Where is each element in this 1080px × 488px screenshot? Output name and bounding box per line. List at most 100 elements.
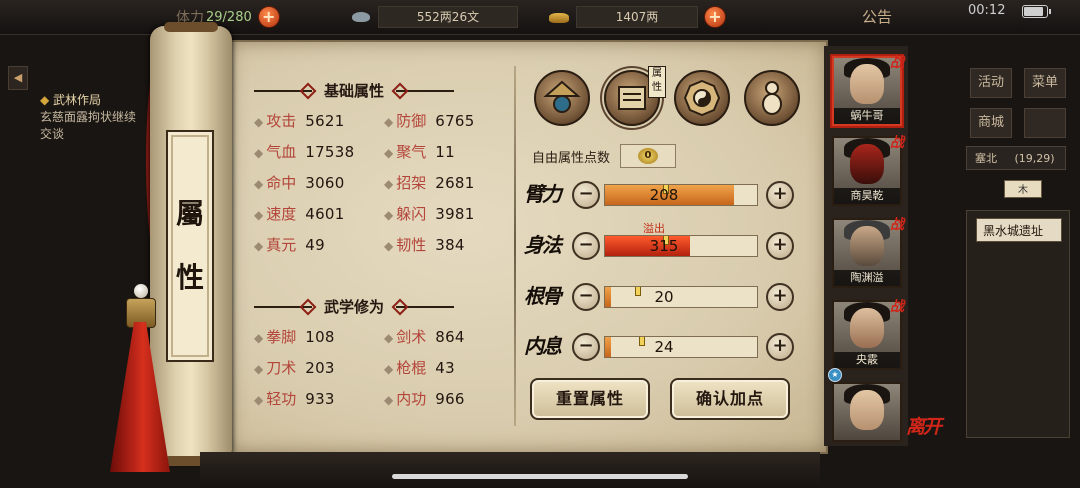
panel-title-char: 性 [175,261,204,294]
strength-bar: 208 [604,184,758,206]
stat-dodge: 躲闪 3981 [384,203,475,224]
stat-blade: 刀术 203 [254,357,335,378]
agility-plus-button[interactable]: + [766,232,794,260]
stat-inner-power: 内功 966 [384,388,465,409]
stat-name: 速度 [254,203,296,224]
stat-value: 966 [435,389,465,408]
stat-name: 招架 [384,172,426,193]
shop-button[interactable]: 商城 [970,108,1012,138]
stat-spear: 枪棍 43 [384,357,455,378]
ornament [254,89,312,92]
pin-icon: ★ [828,368,842,382]
battle-mark: 战 [890,217,904,233]
stat-name: 聚气 [384,141,426,162]
location-item[interactable]: 黑水城遗址 [976,218,1062,242]
battle-mark: 战 [890,135,904,151]
tab-attributes-tag: 属性 [648,66,666,98]
stat-value: 11 [435,142,455,161]
gold-ingot-icon [548,10,570,24]
region-coords: (19,29) [1014,152,1055,165]
add-stamina-button[interactable]: + [257,6,280,28]
pearl-bead [134,284,148,298]
stat-defense: 防御 6765 [384,110,475,131]
stat-value: 108 [305,327,335,346]
activity-button[interactable]: 活动 [970,68,1012,98]
party-member-name: 央霰 [834,352,900,368]
party-member-name: 蜗牛哥 [834,108,900,124]
stat-value: 3981 [435,204,475,223]
stat-name: 命中 [254,172,296,193]
stat-hit: 命中 3060 [254,172,345,193]
stat-name: 躲闪 [384,203,426,224]
stat-value: 2681 [435,173,475,192]
agility-minus-button[interactable]: − [572,232,600,260]
menu-button[interactable]: 菜单 [1024,68,1066,98]
leave-button[interactable]: 离开 [906,412,942,439]
tab-attributes-icon[interactable]: 属性 [604,66,666,126]
stat-name: 剑术 [384,326,426,347]
stat-value: 203 [305,358,335,377]
stat-value: 49 [305,235,325,254]
stat-name: 枪棍 [384,357,426,378]
party-member[interactable]: 陶渊溢 战 [832,217,904,288]
strength-minus-button[interactable]: − [572,181,600,209]
tab-character-icon[interactable] [534,70,590,126]
constitution-plus-button[interactable]: + [766,283,794,311]
party-member-name: 商昊乾 [834,188,900,204]
ornament [254,305,312,308]
portrait-face [850,308,884,348]
party-member[interactable]: 商昊乾 战 [832,135,904,206]
stat-name: 气血 [254,141,296,162]
stat-name: 攻击 [254,110,296,131]
quest-tracker[interactable]: 武林作局 玄慈面露拘状继续交谈 [40,92,140,143]
stat-lightness: 轻功 933 [254,388,335,409]
party-column: 蜗牛哥 战 商昊乾 战 陶渊溢 战 央霰 战 [824,46,908,446]
breath-bar: 24 [604,336,758,358]
stat-speed: 速度 4601 [254,203,345,224]
party-member[interactable] [832,382,902,442]
notice-button[interactable]: 公告 [862,6,892,27]
free-points-row: 自由属性点数 0 [532,144,677,168]
breath-value: 24 [654,338,674,356]
confirm-points-button[interactable]: 确认加点 [670,378,790,420]
overflow-label: 溢出 [643,222,665,235]
martial-title: 武学修为 [324,298,385,316]
strength-plus-button[interactable]: + [766,181,794,209]
gold-display: 1407两 + [548,6,726,28]
silver-display: 552两26文 [350,6,518,28]
stat-value: 17538 [305,142,355,161]
breath-plus-button[interactable]: + [766,333,794,361]
column-divider [514,66,516,426]
add-gold-button[interactable]: + [704,6,726,28]
free-points-value: 0 [638,148,659,164]
stat-value: 3060 [305,173,345,192]
stat-attack: 攻击 5621 [254,110,345,131]
stat-value: 6765 [435,111,475,130]
breath-minus-button[interactable]: − [572,333,600,361]
panel-title: 屬 性 [166,130,214,362]
portrait-face [850,390,884,430]
party-member[interactable]: 蜗牛哥 战 [832,55,904,126]
book-icon [618,86,646,110]
martial-heading: 武学修为 [254,296,455,317]
home-indicator[interactable] [392,474,688,479]
reset-attributes-button[interactable]: 重置属性 [530,378,650,420]
party-member[interactable]: 央霰 战 [832,299,904,370]
stat-toughness: 韧性 384 [384,234,465,255]
constitution-bar: 20 [604,286,758,308]
ornament [396,89,455,92]
stat-name: 内功 [384,388,426,409]
straw-hat-icon [543,80,581,113]
stat-value: 4601 [305,204,345,223]
bottom-toolbar [200,452,820,488]
constitution-minus-button[interactable]: − [572,283,600,311]
stat-name: 刀术 [254,357,296,378]
collapse-arrow-button[interactable]: ◀ [8,66,28,90]
ornament [396,305,455,308]
tab-bagua-icon[interactable] [674,70,730,126]
gold-value: 1407两 [576,6,698,28]
tab-meridian-icon[interactable] [744,70,800,126]
quest-desc: 玄慈面露拘状继续交谈 [40,110,137,141]
basic-attr-title: 基础属性 [324,82,385,100]
strength-value: 208 [649,186,679,204]
